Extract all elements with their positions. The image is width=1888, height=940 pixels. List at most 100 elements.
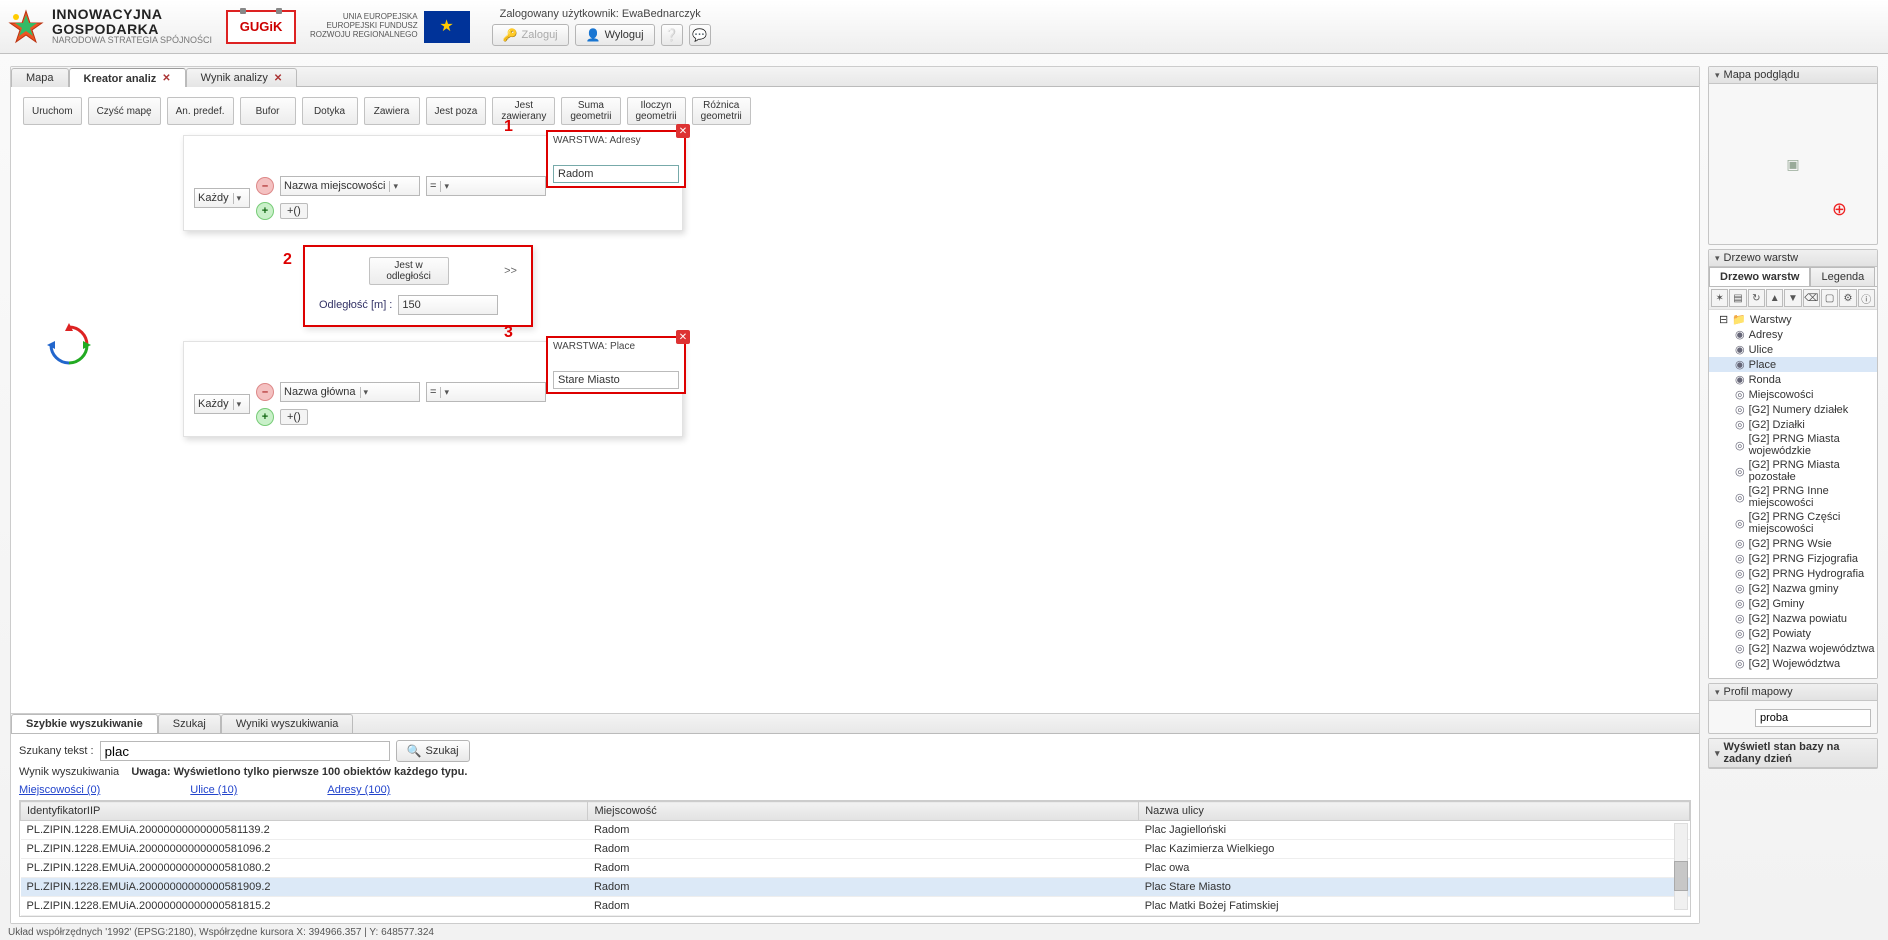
tree-layer-item[interactable]: ◎[G2] PRNG Hydrografia xyxy=(1709,566,1877,581)
tree-layer-item[interactable]: ◎[G2] Gminy xyxy=(1709,596,1877,611)
tree-layer-item[interactable]: ◎[G2] Nazwa powiatu xyxy=(1709,611,1877,626)
close-icon[interactable]: ✕ xyxy=(162,73,170,84)
distance-input[interactable] xyxy=(398,295,498,315)
tree-btn-remove[interactable]: ⌫ xyxy=(1803,289,1820,307)
tree-layer-item[interactable]: ◎[G2] PRNG Miasta pozostałe xyxy=(1709,458,1877,484)
search-input[interactable] xyxy=(100,741,390,761)
paren-button[interactable]: +() xyxy=(280,409,308,425)
tab-szybkie-wysz[interactable]: Szybkie wyszukiwanie xyxy=(11,714,158,733)
tree-layer-item[interactable]: ◎Miejscowości xyxy=(1709,387,1877,402)
profile-select[interactable] xyxy=(1755,709,1871,727)
tree-layer-item[interactable]: ◎[G2] PRNG Części miejscowości xyxy=(1709,510,1877,536)
predef-button[interactable]: An. predef. xyxy=(167,97,234,125)
col-city[interactable]: Miejscowość xyxy=(588,802,1139,821)
run-button[interactable]: Uruchom xyxy=(23,97,82,125)
tree-tab-layers[interactable]: Drzewo warstw xyxy=(1709,267,1810,286)
add-condition-button[interactable]: + xyxy=(256,408,274,426)
layer-box-3: ✕ WARSTWA: Place xyxy=(546,336,686,394)
close-icon[interactable]: ✕ xyxy=(274,73,282,84)
filter-value-input-3[interactable] xyxy=(553,371,679,389)
quantifier-select[interactable]: Każdy▾ xyxy=(194,394,250,414)
layer-tree-header[interactable]: ▾Drzewo warstw xyxy=(1709,250,1877,267)
tree-layer-item[interactable]: ◎[G2] Działki xyxy=(1709,417,1877,432)
operator-select[interactable]: =▾ xyxy=(426,382,546,402)
tree-btn-layers[interactable]: ▤ xyxy=(1729,289,1746,307)
results-grid[interactable]: IdentyfikatorIIP Miejscowość Nazwa ulicy… xyxy=(19,800,1691,917)
tree-layer-item[interactable]: ◎[G2] Powiaty xyxy=(1709,626,1877,641)
add-condition-button[interactable]: + xyxy=(256,202,274,220)
table-row[interactable]: PL.ZIPIN.1228.EMUiA.20000000000000581815… xyxy=(21,897,1690,916)
iloczyn-geom-button[interactable]: Iloczyngeometrii xyxy=(627,97,686,125)
tree-layer-item[interactable]: ◎[G2] PRNG Fizjografia xyxy=(1709,551,1877,566)
bufor-button[interactable]: Bufor xyxy=(240,97,296,125)
jest-poza-button[interactable]: Jest poza xyxy=(426,97,487,125)
table-cell: PL.ZIPIN.1228.EMUiA.20000000000000581139… xyxy=(21,821,588,840)
tree-layer-item[interactable]: ◉Ronda xyxy=(1709,372,1877,387)
remove-condition-button[interactable]: – xyxy=(256,383,274,401)
info-button[interactable]: 💬 xyxy=(689,24,711,46)
suma-geom-button[interactable]: Sumageometrii xyxy=(561,97,620,125)
tree-layer-item[interactable]: ◉Place xyxy=(1709,357,1877,372)
layer-tree[interactable]: ⊟📁Warstwy◉Adresy◉Ulice◉Place◉Ronda◎Miejs… xyxy=(1709,310,1877,678)
remove-condition-button[interactable]: – xyxy=(256,177,274,195)
search-button[interactable]: 🔍Szukaj xyxy=(396,740,470,762)
col-street[interactable]: Nazwa ulicy xyxy=(1139,802,1690,821)
tree-layer-item[interactable]: ◎[G2] PRNG Miasta wojewódzkie xyxy=(1709,432,1877,458)
tree-layer-item[interactable]: ◎[G2] Województwa xyxy=(1709,656,1877,671)
profile-panel-header[interactable]: ▾Profil mapowy xyxy=(1709,684,1877,701)
dotyka-button[interactable]: Dotyka xyxy=(302,97,358,125)
help-button[interactable]: ❔ xyxy=(661,24,683,46)
roznica-geom-button[interactable]: Różnicageometrii xyxy=(692,97,751,125)
tree-layer-item[interactable]: ◎[G2] PRNG Wsie xyxy=(1709,536,1877,551)
tree-layer-item[interactable]: ◎[G2] Numery działek xyxy=(1709,402,1877,417)
tree-root[interactable]: ⊟📁Warstwy xyxy=(1709,312,1877,327)
tree-btn-refresh[interactable]: ↻ xyxy=(1748,289,1765,307)
tree-layer-item[interactable]: ◎[G2] PRNG Inne miejscowości xyxy=(1709,484,1877,510)
tab-mapa[interactable]: Mapa xyxy=(11,68,69,87)
tree-btn-info[interactable]: ⓘ xyxy=(1858,289,1875,307)
tree-layer-item[interactable]: ◎[G2] Nazwa gminy xyxy=(1709,581,1877,596)
tree-btn-add[interactable]: ✶ xyxy=(1711,289,1728,307)
tree-tab-legend[interactable]: Legenda xyxy=(1810,267,1875,286)
tab-kreator-analiz[interactable]: Kreator analiz✕ xyxy=(69,68,186,88)
filter-value-input-1[interactable] xyxy=(553,165,679,183)
field-select[interactable]: Nazwa główna▾ xyxy=(280,382,420,402)
table-row[interactable]: PL.ZIPIN.1228.EMUiA.20000000000000581909… xyxy=(21,878,1690,897)
preview-panel-header[interactable]: ▾Mapa podglądu xyxy=(1709,67,1877,84)
tree-layer-item[interactable]: ◉Ulice xyxy=(1709,342,1877,357)
col-id[interactable]: IdentyfikatorIIP xyxy=(21,802,588,821)
tree-btn-down[interactable]: ▼ xyxy=(1784,289,1801,307)
close-icon[interactable]: ✕ xyxy=(676,330,690,344)
link-miejscowosci[interactable]: Miejscowości (0) xyxy=(19,784,100,796)
table-cell: Plac Jagielloński xyxy=(1139,821,1690,840)
tab-wynik-analizy[interactable]: Wynik analizy✕ xyxy=(186,68,298,87)
scrollbar-thumb[interactable] xyxy=(1674,861,1688,891)
tab-szukaj[interactable]: Szukaj xyxy=(158,714,221,733)
table-row[interactable]: PL.ZIPIN.1228.EMUiA.20000000000000581347… xyxy=(21,916,1690,918)
operator-select[interactable]: =▾ xyxy=(426,176,546,196)
eye-off-icon: ◎ xyxy=(1735,537,1745,550)
within-distance-button[interactable]: Jest wodległości xyxy=(369,257,449,285)
db-state-header[interactable]: ▾Wyświetl stan bazy na zadany dzień xyxy=(1709,739,1877,768)
paren-button[interactable]: +() xyxy=(280,203,308,219)
tree-btn-up[interactable]: ▲ xyxy=(1766,289,1783,307)
quantifier-select[interactable]: Każdy▾ xyxy=(194,188,250,208)
tab-wyniki[interactable]: Wyniki wyszukiwania xyxy=(221,714,354,733)
jest-zawierany-button[interactable]: Jestzawierany xyxy=(492,97,555,125)
table-cell: Plac Matki Bożej Fatimskiej xyxy=(1139,897,1690,916)
clear-map-button[interactable]: Czyść mapę xyxy=(88,97,161,125)
field-select[interactable]: Nazwa miejscowości▾ xyxy=(280,176,420,196)
tree-btn-box[interactable]: ▢ xyxy=(1821,289,1838,307)
tree-layer-item[interactable]: ◉Adresy xyxy=(1709,327,1877,342)
tree-layer-item[interactable]: ◎[G2] Nazwa województwa xyxy=(1709,641,1877,656)
layer-title: WARSTWA: Place xyxy=(553,341,679,371)
table-row[interactable]: PL.ZIPIN.1228.EMUiA.20000000000000581139… xyxy=(21,821,1690,840)
logout-button[interactable]: 👤Wyloguj xyxy=(575,24,655,46)
tree-btn-gear[interactable]: ⚙ xyxy=(1839,289,1856,307)
link-adresy[interactable]: Adresy (100) xyxy=(327,784,390,796)
table-row[interactable]: PL.ZIPIN.1228.EMUiA.20000000000000581096… xyxy=(21,840,1690,859)
zawiera-button[interactable]: Zawiera xyxy=(364,97,420,125)
close-icon[interactable]: ✕ xyxy=(676,124,690,138)
link-ulice[interactable]: Ulice (10) xyxy=(190,784,237,796)
table-row[interactable]: PL.ZIPIN.1228.EMUiA.20000000000000581080… xyxy=(21,859,1690,878)
